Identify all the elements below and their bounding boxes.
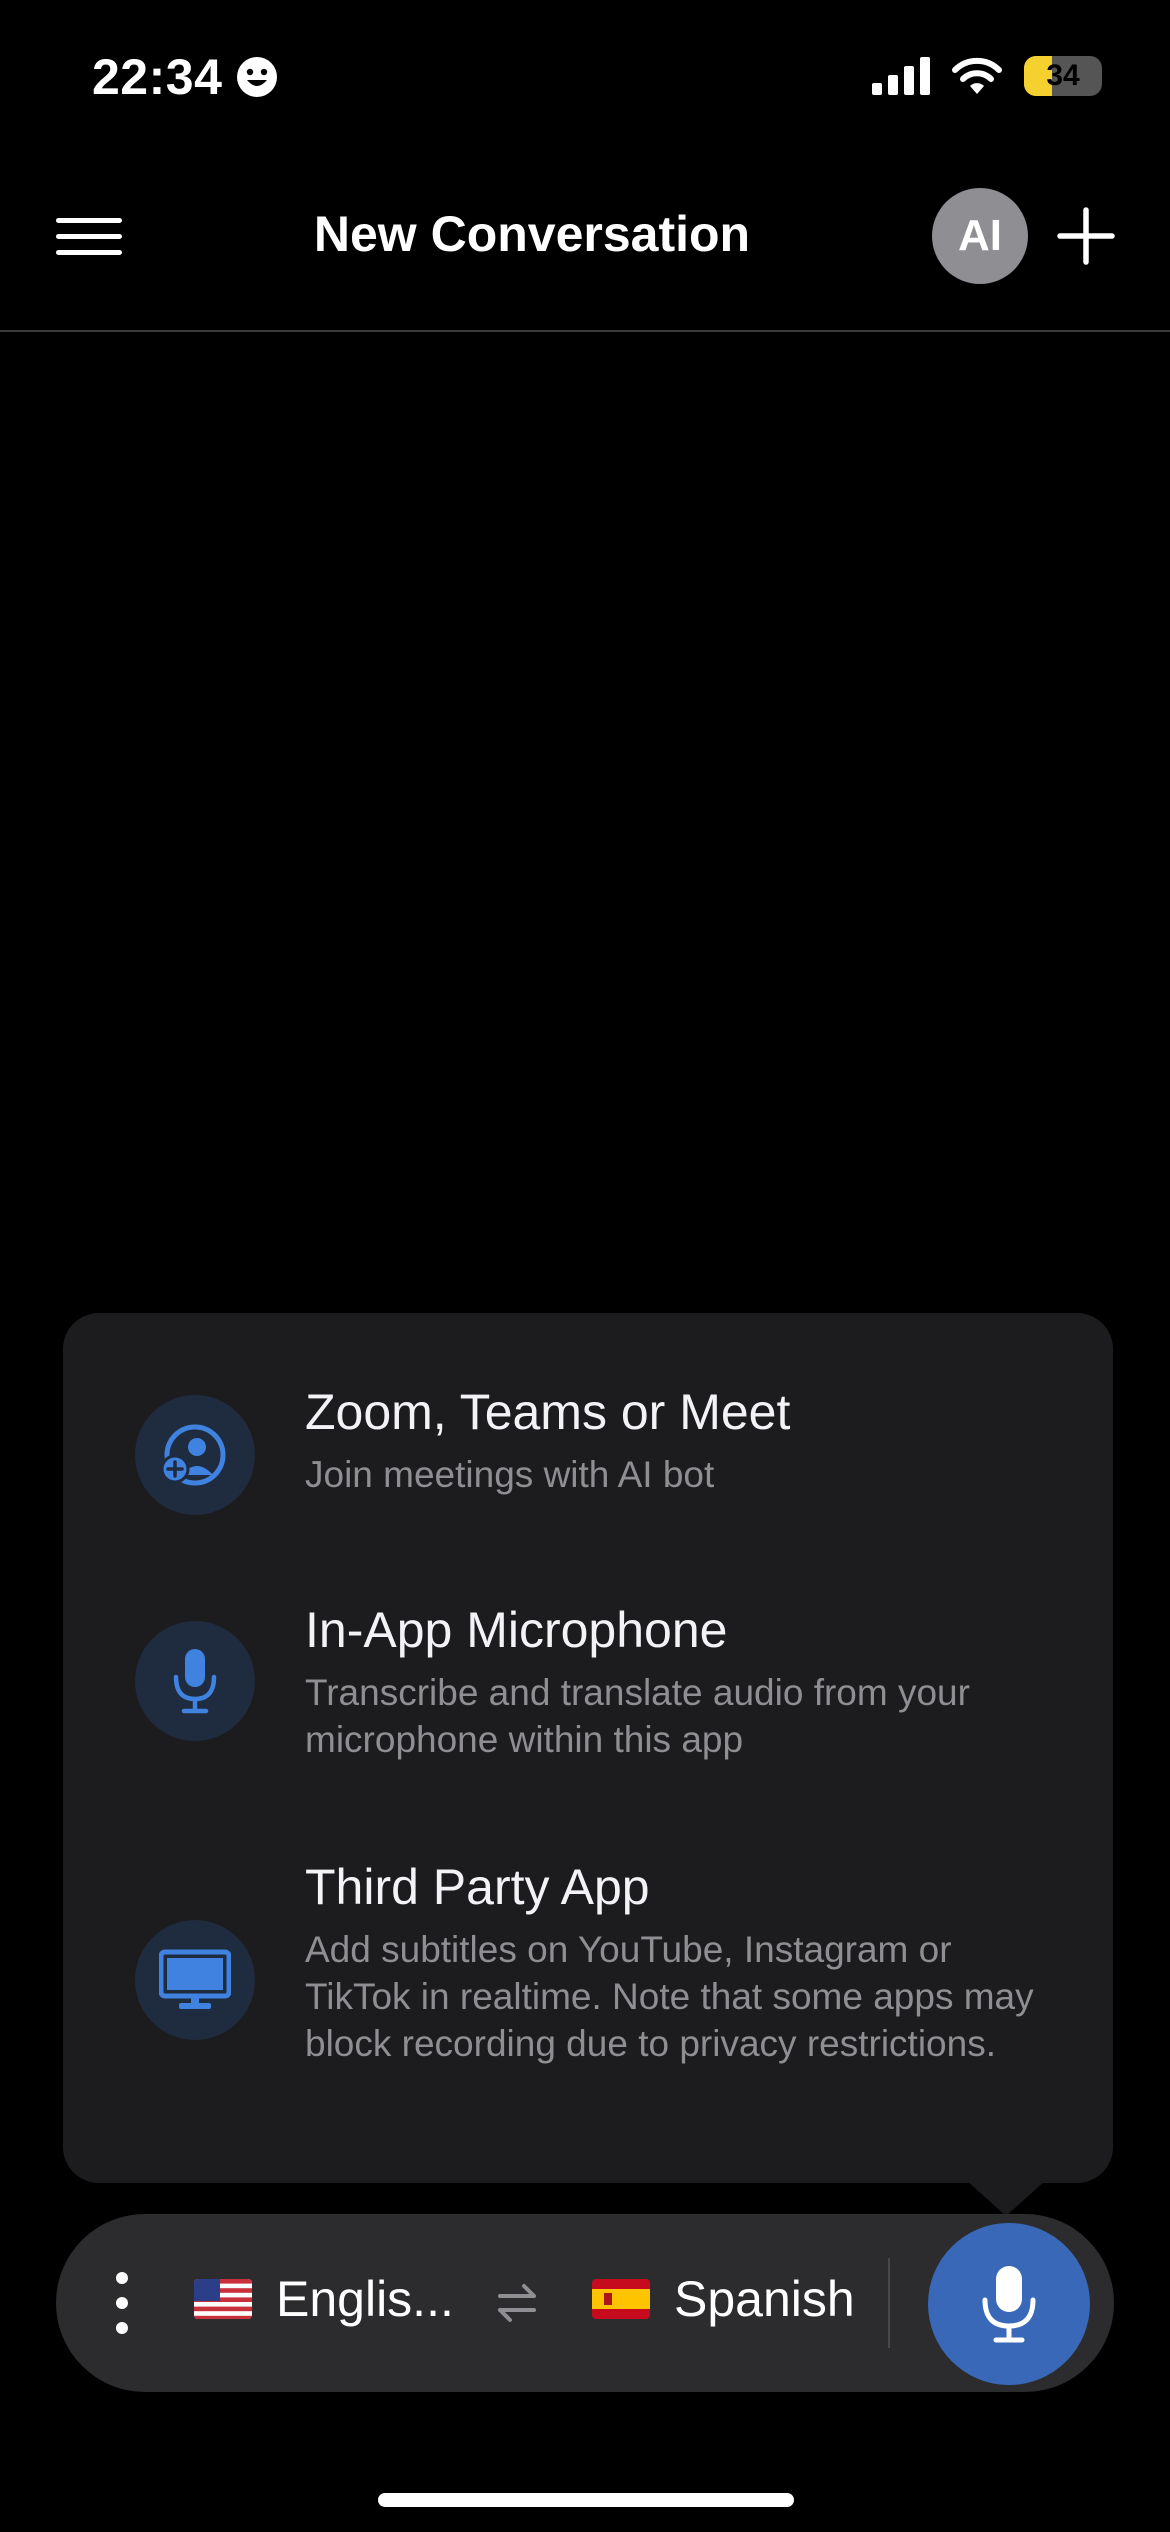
us-flag-icon <box>194 2279 252 2319</box>
home-indicator[interactable] <box>378 2493 794 2507</box>
target-language-selector[interactable]: Spanish <box>592 2270 855 2328</box>
status-icons: 34 <box>872 56 1102 96</box>
new-conversation-plus-icon[interactable] <box>1056 206 1116 266</box>
avatar[interactable]: AI <box>932 188 1028 284</box>
smiley-face-icon <box>237 57 278 97</box>
record-microphone-button[interactable] <box>928 2223 1090 2385</box>
option-title: In-App Microphone <box>305 1602 728 1658</box>
battery-indicator: 34 <box>1024 56 1102 96</box>
clock-text: 22:34 <box>92 49 223 105</box>
option-description: Transcribe and translate audio from your… <box>305 1672 970 1760</box>
header-divider <box>0 330 1170 332</box>
source-language-selector[interactable]: Englis... <box>194 2270 454 2328</box>
bar-divider <box>888 2258 890 2348</box>
more-options-icon[interactable] <box>110 2272 134 2334</box>
source-language-label: Englis... <box>276 2271 454 2327</box>
page-title: New Conversation <box>313 206 751 262</box>
add-user-icon <box>135 1395 255 1515</box>
status-time: 22:34 <box>92 48 278 106</box>
cellular-signal-icon <box>872 57 930 95</box>
microphone-icon <box>135 1621 255 1741</box>
swap-languages-icon[interactable] <box>494 2280 540 2326</box>
audio-source-menu: Zoom, Teams or Meet Join meetings with A… <box>63 1313 1113 2183</box>
microphone-icon <box>982 2266 1036 2343</box>
target-language-label: Spanish <box>674 2271 855 2327</box>
wifi-icon <box>952 57 1002 94</box>
monitor-icon <box>135 1920 255 2040</box>
option-title: Third Party App <box>305 1859 650 1915</box>
option-zoom-teams-meet[interactable]: Zoom, Teams or Meet Join meetings with A… <box>63 1383 1113 1523</box>
option-description: Join meetings with AI bot <box>305 1454 715 1495</box>
popup-tail <box>966 2180 1046 2216</box>
option-in-app-microphone[interactable]: In-App Microphone Transcribe and transla… <box>63 1601 1113 1761</box>
option-title: Zoom, Teams or Meet <box>305 1384 791 1440</box>
spain-flag-icon <box>592 2279 650 2319</box>
option-third-party-app[interactable]: Third Party App Add subtitles on YouTube… <box>63 1858 1113 2118</box>
option-description: Add subtitles on YouTube, Instagram or T… <box>305 1929 1034 2064</box>
